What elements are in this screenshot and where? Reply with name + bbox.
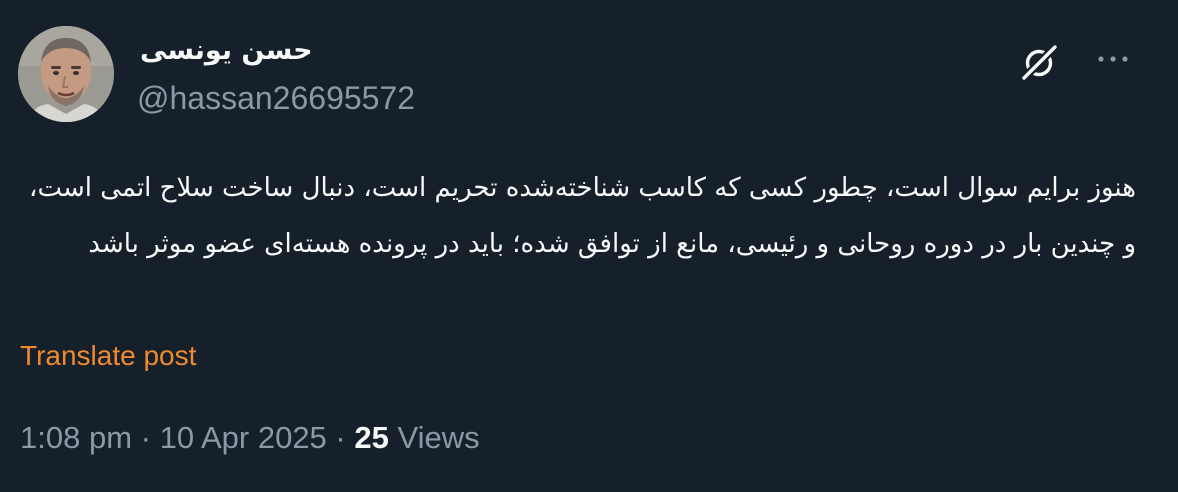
translate-post-link[interactable]: Translate post bbox=[20, 338, 196, 374]
tweet-date[interactable]: 10 Apr 2025 bbox=[160, 420, 327, 455]
tweet-metadata: 1:08 pm · 10 Apr 2025 · 25 Views bbox=[20, 418, 480, 458]
more-dots-icon[interactable] bbox=[1096, 52, 1130, 66]
views-label[interactable]: Views bbox=[397, 420, 479, 455]
tweet-text: هنوز برایم سوال است، چطور کسی که کاسب شن… bbox=[29, 173, 1136, 259]
avatar-photo bbox=[18, 26, 114, 122]
tweet-time[interactable]: 1:08 pm bbox=[20, 420, 132, 455]
author-handle[interactable]: @hassan26695572 bbox=[137, 79, 415, 117]
author-display-name[interactable]: حسن یونسی bbox=[140, 34, 313, 68]
avatar[interactable] bbox=[18, 26, 114, 122]
views-count[interactable]: 25 bbox=[354, 420, 388, 455]
grok-slash-circle-icon[interactable] bbox=[1016, 40, 1062, 86]
meta-separator: · bbox=[335, 420, 346, 455]
tweet: حسن یونسی @hassan26695572 هنوز برایم سوا… bbox=[0, 0, 1178, 492]
meta-separator: · bbox=[140, 420, 151, 455]
